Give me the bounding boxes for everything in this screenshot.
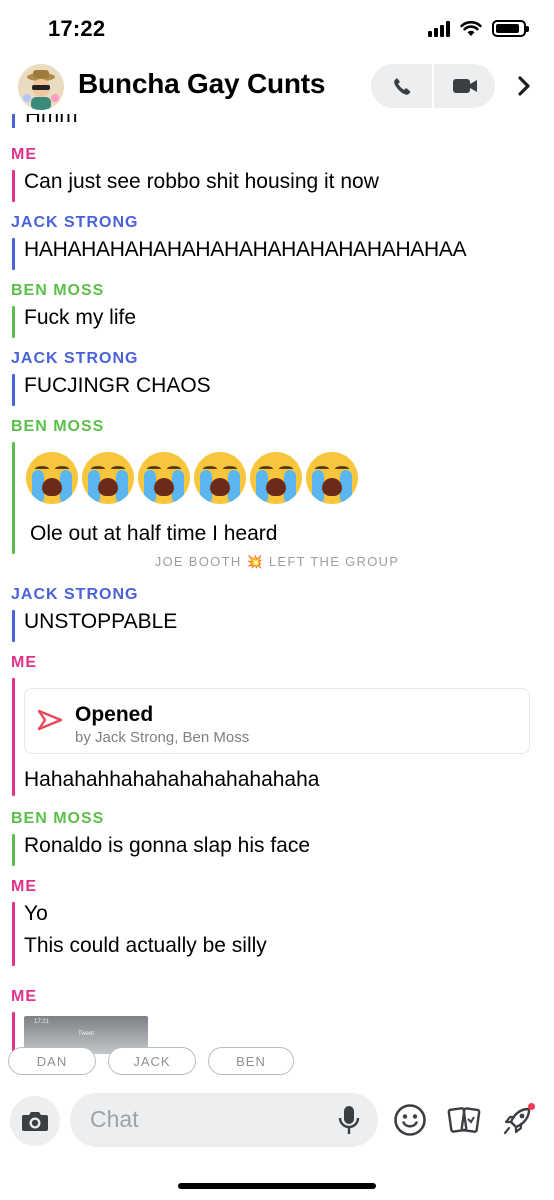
opened-subtitle: by Jack Strong, Ben Moss: [75, 729, 250, 746]
status-bar: 17:22: [0, 0, 554, 60]
video-icon: [452, 79, 477, 93]
partial-message-text: Hmm: [25, 114, 78, 127]
message-bar: [12, 678, 15, 796]
typing-chip-jack[interactable]: JACK: [108, 1047, 196, 1075]
message-bar: [12, 238, 15, 270]
message-text[interactable]: Can just see robbo shit housing it now: [24, 170, 379, 194]
typing-chip-ben[interactable]: BEN: [208, 1047, 294, 1075]
mic-button[interactable]: [336, 1104, 362, 1141]
status-time: 17:22: [48, 16, 106, 41]
chat-input-bar: Chat: [0, 1086, 554, 1200]
opened-snap-card[interactable]: Opened by Jack Strong, Ben Moss: [24, 688, 530, 754]
crying-emoji-icon: [82, 452, 134, 504]
games-button[interactable]: [500, 1102, 536, 1138]
chat-details-button[interactable]: [510, 72, 538, 100]
smiley-icon: [394, 1104, 426, 1136]
message-bar: [12, 834, 15, 866]
stickers-button[interactable]: [446, 1102, 482, 1138]
status-icons: [428, 20, 529, 37]
sender-name: ME: [11, 146, 37, 163]
message-text[interactable]: Ronaldo is gonna slap his face: [24, 834, 310, 858]
mic-icon: [338, 1106, 360, 1134]
wifi-icon: [460, 20, 482, 36]
emoji-button[interactable]: [392, 1102, 428, 1138]
send-arrow-icon: [37, 709, 63, 731]
crying-emoji-icon: [306, 452, 358, 504]
message-text[interactable]: This could actually be silly: [24, 934, 267, 958]
sender-name: JACK STRONG: [11, 214, 139, 231]
voice-call-button[interactable]: [371, 64, 432, 108]
battery-fill: [496, 24, 520, 33]
message-text[interactable]: HAHAHAHAHAHAHAHAHAHAHAHAHAHAHAA: [24, 238, 467, 262]
message-text[interactable]: FUCJINGR CHAOS: [24, 374, 211, 398]
battery-icon: [492, 20, 529, 37]
opened-title: Opened: [75, 703, 154, 726]
message-text[interactable]: Hahahahhahahahahahahahaha: [24, 768, 319, 792]
system-message-name: JOE BOOTH: [154, 554, 242, 569]
typing-indicators: DAN JACK BEN: [8, 1047, 294, 1075]
group-avatar[interactable]: [18, 64, 64, 110]
notification-dot: [528, 1103, 535, 1110]
partial-message: Hmm: [12, 114, 112, 128]
video-call-button[interactable]: [434, 64, 495, 108]
message-list[interactable]: Hmm ME Can just see robbo shit housing i…: [0, 114, 554, 1054]
cards-icon: [447, 1107, 481, 1133]
crying-emoji-icon: [194, 452, 246, 504]
sender-name: ME: [11, 878, 37, 895]
message-bar: [12, 610, 15, 642]
bitmoji-icon: [18, 64, 64, 110]
system-message: JOE BOOTH 💥 LEFT THE GROUP: [0, 554, 554, 570]
camera-icon: [22, 1112, 48, 1131]
thumbnail-time: 17:21: [34, 1019, 50, 1025]
emoji-message[interactable]: [26, 452, 358, 504]
message-bar: [12, 170, 15, 202]
home-indicator[interactable]: [178, 1183, 376, 1189]
sender-name: ME: [11, 988, 37, 1005]
message-bar: [12, 306, 15, 338]
typing-chip-dan[interactable]: DAN: [8, 1047, 96, 1075]
chat-header: Buncha Gay Cunts: [0, 60, 554, 114]
sender-name: BEN MOSS: [11, 282, 105, 299]
thumbnail-label: Tweet: [78, 1031, 95, 1037]
chat-input-placeholder: Chat: [90, 1106, 139, 1132]
crying-emoji-icon: [250, 452, 302, 504]
message-bar: [12, 442, 15, 554]
collision-emoji-icon: 💥: [246, 554, 264, 569]
message-text[interactable]: Ole out at half time I heard: [30, 522, 277, 546]
sender-name: ME: [11, 654, 37, 671]
camera-button[interactable]: [10, 1096, 60, 1146]
crying-emoji-icon: [138, 452, 190, 504]
phone-icon: [393, 78, 410, 95]
sender-name: JACK STRONG: [11, 586, 139, 603]
message-text[interactable]: Fuck my life: [24, 306, 136, 330]
sender-name: BEN MOSS: [11, 418, 105, 435]
sender-name: BEN MOSS: [11, 810, 105, 827]
signal-icon: [428, 20, 450, 37]
message-text[interactable]: UNSTOPPABLE: [24, 610, 177, 634]
chevron-right-icon: [518, 76, 530, 96]
sender-name: JACK STRONG: [11, 350, 139, 367]
crying-emoji-icon: [26, 452, 78, 504]
message-text[interactable]: Yo: [24, 902, 48, 926]
call-button-group: [371, 64, 495, 108]
message-bar: [12, 902, 15, 966]
message-bar: [12, 374, 15, 406]
chat-title[interactable]: Buncha Gay Cunts: [78, 68, 325, 100]
system-message-action: LEFT THE GROUP: [268, 554, 400, 569]
